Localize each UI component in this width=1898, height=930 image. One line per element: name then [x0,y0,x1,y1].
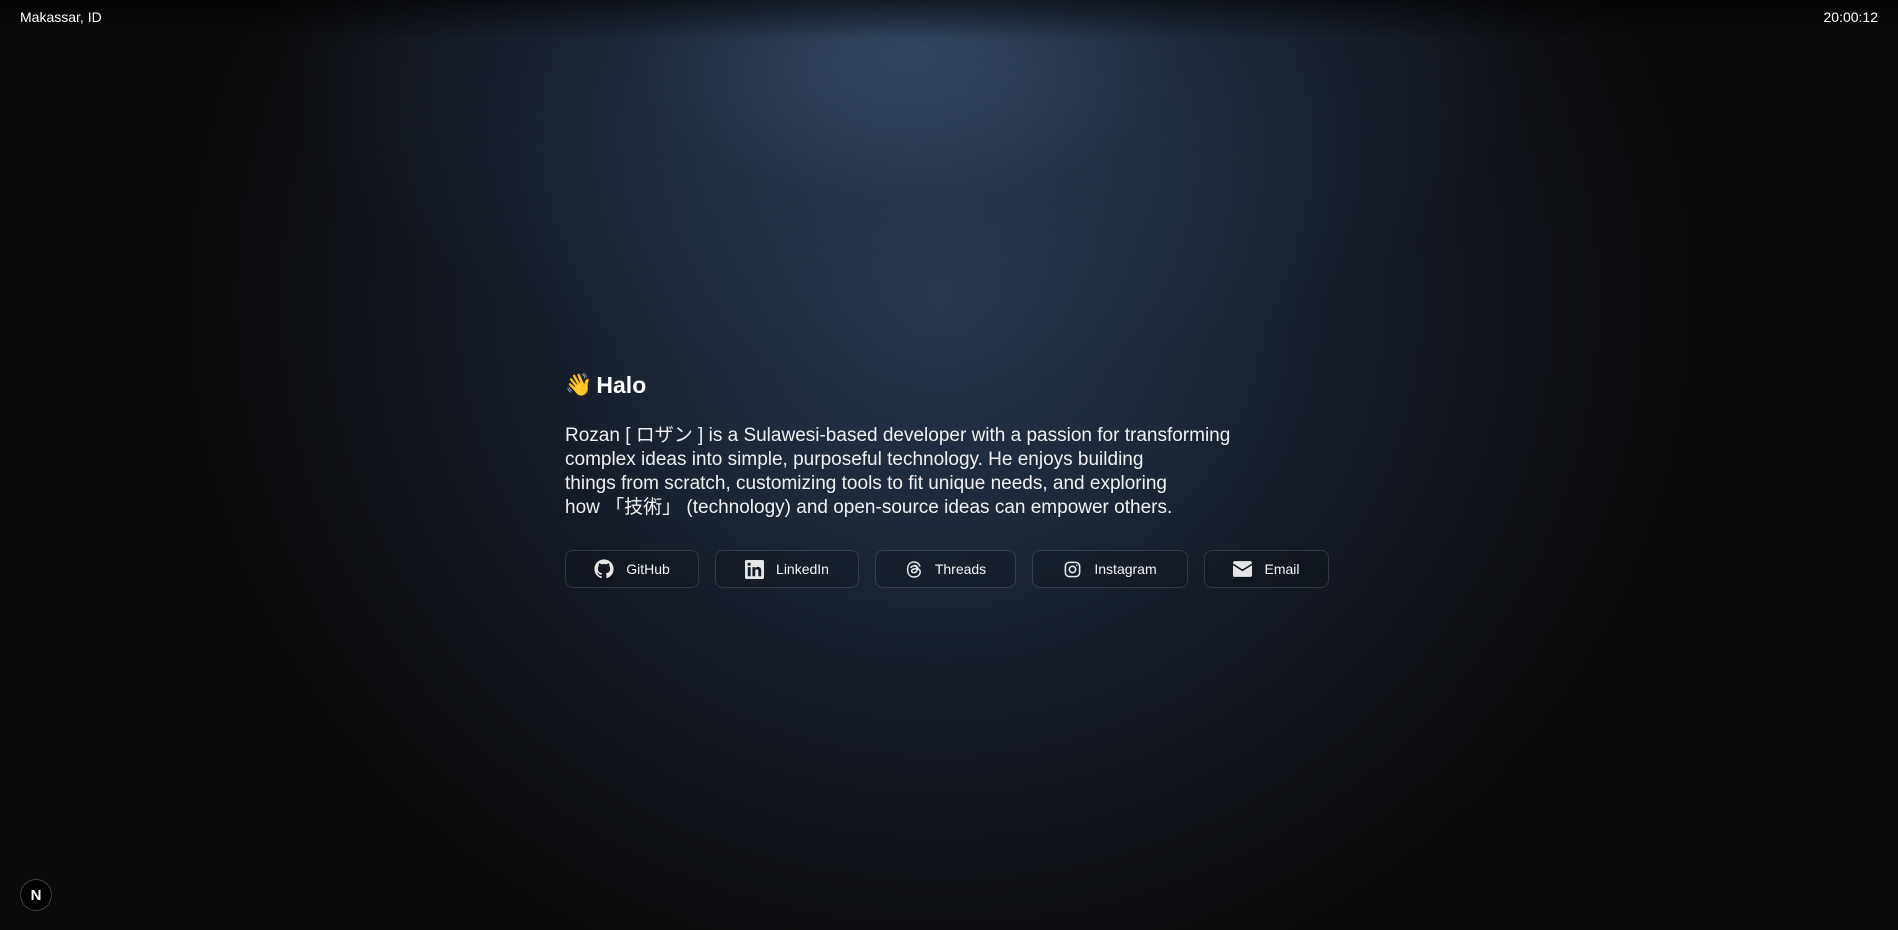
page: Makassar, ID 20:00:12 👋 Halo Rozan [ ロザン… [0,0,1898,930]
linkedin-icon [745,559,765,579]
mail-icon [1233,561,1253,577]
email-link[interactable]: Email [1204,550,1329,588]
location-label: Makassar, ID [20,9,102,25]
instagram-icon [1063,560,1082,579]
greeting-heading: 👋 Halo [565,368,1355,402]
bio-line: how 「技術」 (technology) and open-source id… [565,497,1173,518]
nextjs-icon[interactable]: N [20,879,52,911]
bio-line: Rozan [ ロザン ] is a Sulawesi-based develo… [565,425,1231,446]
waving-hand-icon: 👋 [565,372,593,397]
github-icon [594,559,614,579]
github-label: GitHub [626,561,670,577]
bio-line: things from scratch, customizing tools t… [565,473,1167,494]
linkedin-link[interactable]: LinkedIn [715,550,859,588]
clock: 20:00:12 [1823,9,1879,25]
social-links: GitHub LinkedIn Threads Instagram Email [565,550,1355,588]
email-label: Email [1264,561,1300,577]
badge-letter: N [30,886,42,904]
hero-section: 👋 Halo Rozan [ ロザン ] is a Sulawesi-based… [565,368,1355,588]
threads-link[interactable]: Threads [875,550,1016,588]
linkedin-label: LinkedIn [776,561,829,577]
greeting-text: Halo [596,371,647,398]
bio-paragraph: Rozan [ ロザン ] is a Sulawesi-based develo… [565,424,1295,520]
threads-icon [905,560,923,579]
github-link[interactable]: GitHub [565,550,699,588]
top-shade [0,0,1898,40]
threads-label: Threads [934,561,987,577]
instagram-label: Instagram [1094,561,1157,577]
bio-line: complex ideas into simple, purposeful te… [565,449,1144,470]
instagram-link[interactable]: Instagram [1032,550,1188,588]
